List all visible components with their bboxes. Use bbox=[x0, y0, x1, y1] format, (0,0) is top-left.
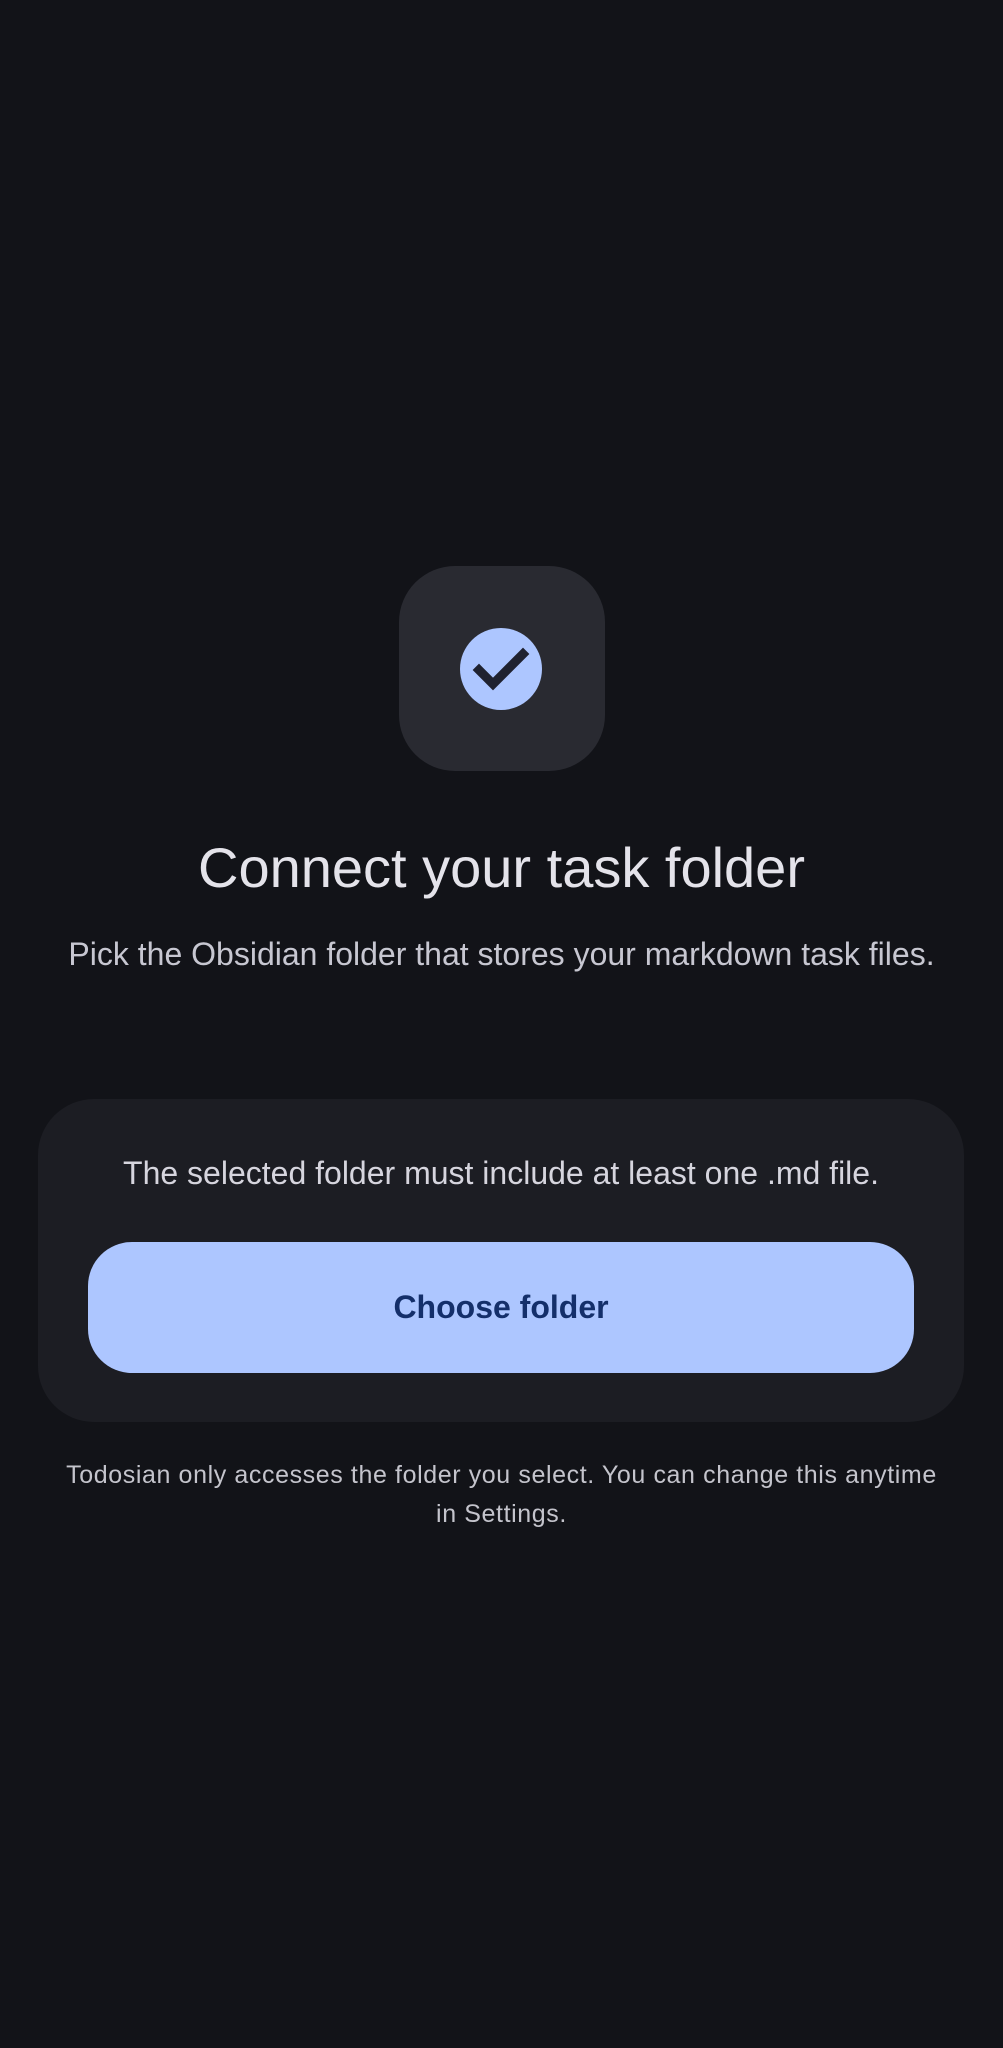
folder-requirement-text: The selected folder must include at leas… bbox=[123, 1155, 879, 1191]
onboarding-screen: Connect your task folder Pick the Obsidi… bbox=[0, 0, 1003, 2048]
choose-folder-button[interactable]: Choose folder bbox=[88, 1242, 914, 1373]
privacy-note: Todosian only accesses the folder you se… bbox=[66, 1461, 937, 1528]
folder-selection-card: The selected folder must include at leas… bbox=[38, 1099, 964, 1422]
check-circle-icon bbox=[460, 628, 542, 710]
page-title: Connect your task folder bbox=[198, 836, 805, 899]
app-icon-tile bbox=[399, 566, 605, 771]
page-subtitle: Pick the Obsidian folder that stores you… bbox=[68, 936, 935, 972]
